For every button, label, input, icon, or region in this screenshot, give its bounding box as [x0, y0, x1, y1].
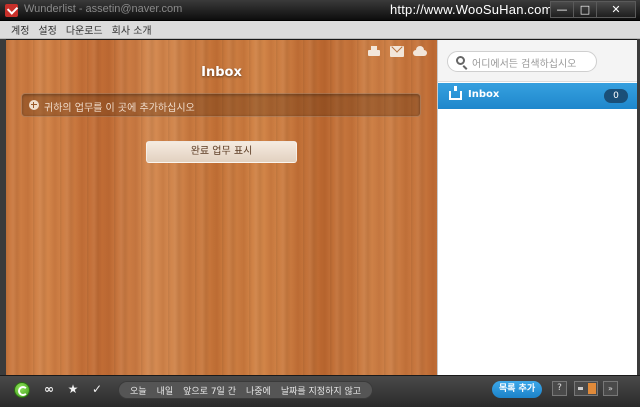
help-button[interactable]: ? [552, 381, 567, 396]
sidebar-search-area: 어디에서든 검색하십시오 [438, 40, 638, 82]
checkmark-icon[interactable]: ✓ [88, 380, 106, 398]
filter-later[interactable]: 나중에 [241, 384, 276, 397]
menu-item-about[interactable]: 회사 소개 [112, 22, 152, 37]
filter-tomorrow[interactable]: 내일 [152, 384, 179, 397]
minimize-button[interactable]: — [550, 1, 574, 18]
date-filter-group: 오늘 내일 앞으로 7일 간 나중에 날짜를 지정하지 않고 [118, 381, 374, 399]
menu-item-account[interactable]: 계정 [11, 22, 29, 37]
task-list-pane: Inbox 귀하의 업무를 이 곳에 추가하십시오 완료 업무 표시 [6, 40, 437, 375]
print-icon[interactable] [367, 46, 381, 57]
infinity-icon[interactable]: ∞ [40, 380, 58, 398]
search-icon [456, 56, 465, 65]
expand-button[interactable]: » [603, 381, 618, 396]
menu-item-download[interactable]: 다운로드 [66, 22, 103, 37]
search-placeholder: 어디에서든 검색하십시오 [472, 59, 577, 70]
list-toolbar [367, 46, 427, 57]
list-title: Inbox [201, 65, 242, 80]
add-task-placeholder: 귀하의 업무를 이 곳에 추가하십시오 [44, 103, 195, 114]
sidebar-item-label: Inbox [468, 89, 500, 100]
bottom-bar: ∞ ★ ✓ 오늘 내일 앞으로 7일 간 나중에 날짜를 지정하지 않고 목록 … [0, 375, 640, 407]
window-controls: — □ ✕ [550, 1, 636, 18]
task-count-badge: 0 [604, 89, 628, 103]
window-title: Wunderlist - assetin@naver.com [24, 3, 183, 15]
menu-bar: 계정 설정 다운로드 회사 소개 [0, 21, 640, 39]
add-task-input[interactable]: 귀하의 업무를 이 곳에 추가하십시오 [21, 93, 421, 117]
sidebar-item-inbox[interactable]: Inbox 0 [438, 83, 638, 109]
mail-icon[interactable] [390, 46, 404, 57]
filter-next-7-days[interactable]: 앞으로 7일 간 [178, 384, 241, 397]
filter-no-date[interactable]: 날짜를 지정하지 않고 [276, 384, 366, 397]
sidebar: 어디에서든 검색하십시오 Inbox 0 [437, 40, 638, 375]
add-task-icon [29, 100, 39, 110]
close-button[interactable]: ✕ [596, 1, 636, 18]
wunderlist-app-icon [5, 4, 18, 17]
search-input[interactable]: 어디에서든 검색하십시오 [447, 51, 597, 72]
cloud-icon[interactable] [413, 46, 427, 57]
show-done-tasks-button[interactable]: 완료 업무 표시 [146, 141, 297, 163]
title-bar: Wunderlist - assetin@naver.com http://ww… [0, 0, 640, 21]
watermark-text: http://www.WooSuHan.com [390, 2, 553, 17]
filter-today[interactable]: 오늘 [125, 384, 152, 397]
background-toggle[interactable] [574, 381, 598, 396]
sync-button[interactable] [14, 382, 30, 398]
star-icon[interactable]: ★ [64, 380, 82, 398]
add-list-button[interactable]: 목록 추가 [492, 381, 542, 398]
inbox-tray-icon [449, 86, 462, 100]
menu-item-settings[interactable]: 설정 [38, 22, 56, 37]
maximize-button[interactable]: □ [573, 1, 597, 18]
